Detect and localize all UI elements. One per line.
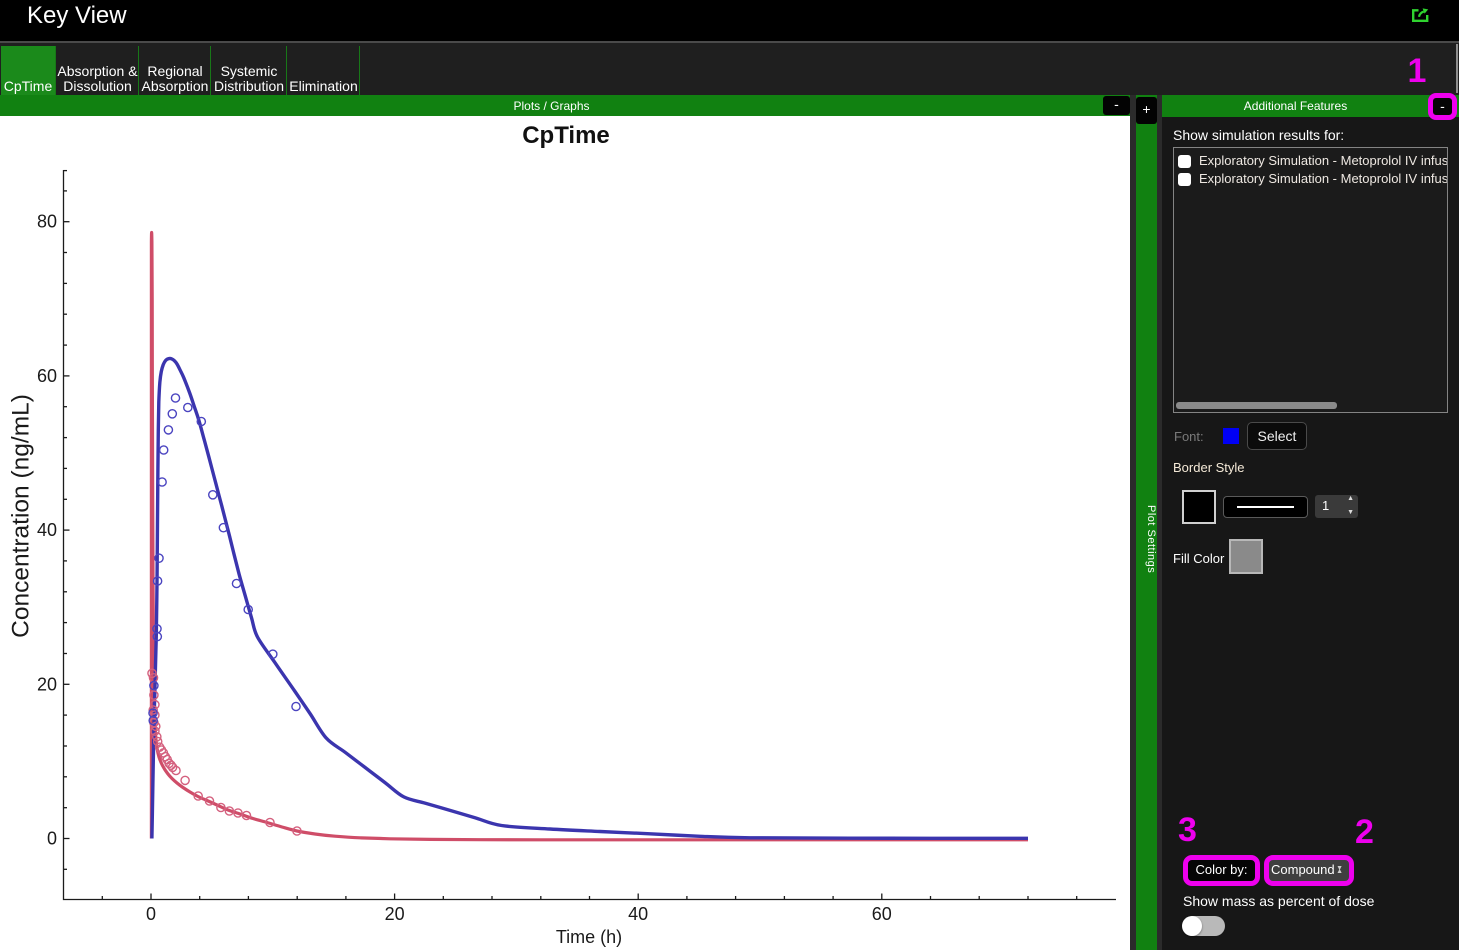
svg-text:40: 40 bbox=[628, 904, 648, 924]
svg-text:Concentration (ng/mL): Concentration (ng/mL) bbox=[8, 394, 35, 638]
svg-text:20: 20 bbox=[37, 674, 57, 694]
svg-text:Time (h): Time (h) bbox=[556, 927, 622, 947]
svg-text:60: 60 bbox=[37, 366, 57, 386]
svg-text:80: 80 bbox=[37, 212, 57, 232]
svg-text:0: 0 bbox=[146, 904, 156, 924]
svg-text:60: 60 bbox=[872, 904, 892, 924]
svg-text:0: 0 bbox=[47, 829, 57, 849]
svg-text:20: 20 bbox=[385, 904, 405, 924]
svg-text:40: 40 bbox=[37, 520, 57, 540]
svg-text:CpTime: CpTime bbox=[522, 122, 610, 149]
